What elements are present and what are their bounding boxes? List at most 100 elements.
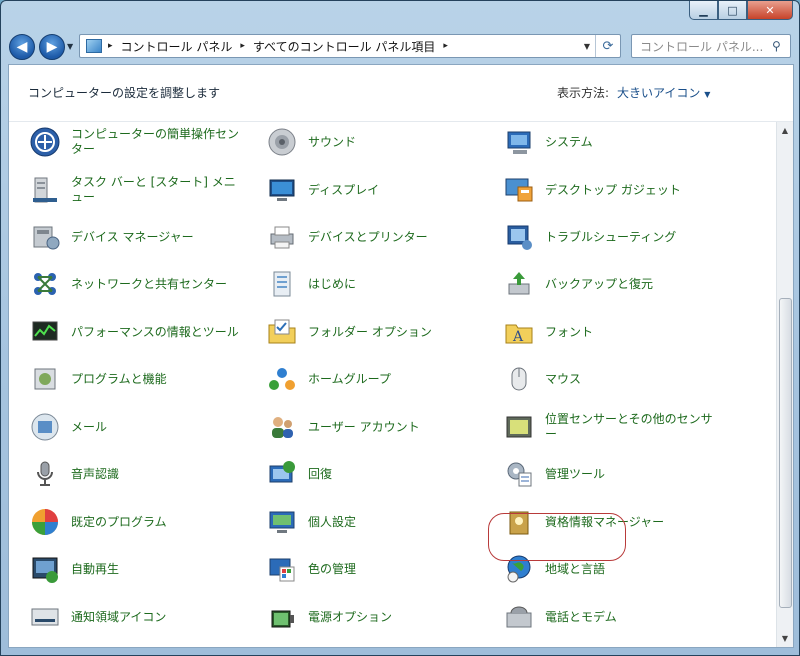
network-icon[interactable] xyxy=(29,268,61,300)
recent-pages-dropdown-icon[interactable]: ▼ xyxy=(67,42,73,51)
control-panel-item-label[interactable]: バックアップと復元 xyxy=(545,277,721,292)
control-panel-item[interactable]: デバイスとプリンター xyxy=(266,217,484,257)
control-panel-item-label[interactable]: サウンド xyxy=(308,135,484,150)
power-options-icon[interactable] xyxy=(266,601,298,633)
breadcrumb-separator[interactable]: ▸ xyxy=(443,41,448,51)
control-panel-item[interactable]: ホームグループ xyxy=(266,359,484,399)
breadcrumb-separator[interactable]: ▸ xyxy=(108,41,113,51)
control-panel-item[interactable]: トラブルシューティング xyxy=(503,217,721,257)
address-dropdown-icon[interactable]: ▼ xyxy=(584,42,590,51)
control-panel-item[interactable]: ディスプレイ xyxy=(266,170,484,210)
control-panel-item-label[interactable]: システム xyxy=(545,135,721,150)
breadcrumb-all-items[interactable]: すべてのコントロール パネル項目 xyxy=(253,38,436,55)
control-panel-item-label[interactable]: 回復 xyxy=(308,467,484,482)
forward-icon[interactable]: ▶ xyxy=(39,34,65,60)
vertical-scrollbar[interactable]: ▲ ▼ xyxy=(776,122,793,647)
control-panel-item-label[interactable]: コンピューターの簡単操作センター xyxy=(71,127,247,157)
control-panel-item-label[interactable]: タスク バーと [スタート] メニュー xyxy=(71,175,247,205)
admin-tools-icon[interactable] xyxy=(503,458,535,490)
minimize-button[interactable]: ▁ xyxy=(689,1,718,20)
default-programs-icon[interactable] xyxy=(29,506,61,538)
mail-icon[interactable] xyxy=(29,411,61,443)
fonts-icon[interactable]: A xyxy=(503,316,535,348)
close-button[interactable]: ✕ xyxy=(747,1,793,20)
color-management-icon[interactable] xyxy=(266,553,298,585)
control-panel-item-label[interactable]: 電源オプション xyxy=(308,610,484,625)
control-panel-item[interactable]: プログラムと機能 xyxy=(29,359,247,399)
maximize-button[interactable]: □ xyxy=(718,1,747,20)
control-panel-item[interactable]: マウス xyxy=(503,359,721,399)
control-panel-item-label[interactable]: 通知領域アイコン xyxy=(71,610,247,625)
control-panel-item[interactable]: サウンド xyxy=(266,122,484,162)
search-input[interactable]: コントロール パネル... xyxy=(640,38,772,55)
user-accounts-icon[interactable] xyxy=(266,411,298,443)
search-box[interactable]: コントロール パネル... ⚲ xyxy=(631,34,791,58)
control-panel-item-label[interactable]: ディスプレイ xyxy=(308,183,484,198)
troubleshooting-icon[interactable] xyxy=(503,221,535,253)
control-panel-item-label[interactable]: 位置センサーとその他のセンサー xyxy=(545,412,721,442)
control-panel-item[interactable]: ユーザー アカウント xyxy=(266,407,484,447)
control-panel-item[interactable]: コンピューターの簡単操作センター xyxy=(29,122,247,162)
scroll-up-button[interactable]: ▲ xyxy=(778,123,792,138)
control-panel-item[interactable]: はじめに xyxy=(266,264,484,304)
display-icon[interactable] xyxy=(266,174,298,206)
sound-icon[interactable] xyxy=(266,126,298,158)
control-panel-item[interactable]: 管理ツール xyxy=(503,454,721,494)
folder-options-icon[interactable] xyxy=(266,316,298,348)
personalization-icon[interactable] xyxy=(266,506,298,538)
control-panel-item-label[interactable]: トラブルシューティング xyxy=(545,230,721,245)
control-panel-item-label[interactable]: フォルダー オプション xyxy=(308,325,484,340)
taskbar-icon[interactable] xyxy=(29,174,61,206)
gadgets-icon[interactable] xyxy=(503,174,535,206)
control-panel-item-label[interactable]: はじめに xyxy=(308,277,484,292)
mouse-icon[interactable] xyxy=(503,363,535,395)
control-panel-item-label[interactable]: ユーザー アカウント xyxy=(308,420,484,435)
control-panel-item-label[interactable]: 既定のプログラム xyxy=(71,515,247,530)
control-panel-item-label[interactable]: 自動再生 xyxy=(71,562,247,577)
control-panel-item-label[interactable]: 色の管理 xyxy=(308,562,484,577)
control-panel-item[interactable]: 個人設定 xyxy=(266,502,484,542)
ease-of-access-icon[interactable] xyxy=(29,126,61,158)
control-panel-item[interactable]: 通知領域アイコン xyxy=(29,597,247,637)
notification-icons-icon[interactable] xyxy=(29,601,61,633)
view-by-dropdown[interactable]: 大きいアイコン ▼ xyxy=(617,84,710,101)
control-panel-item[interactable]: フォルダー オプション xyxy=(266,312,484,352)
recovery-icon[interactable] xyxy=(266,458,298,490)
microphone-icon[interactable] xyxy=(29,458,61,490)
phone-modem-icon[interactable] xyxy=(503,601,535,633)
control-panel-item-label[interactable]: デバイスとプリンター xyxy=(308,230,484,245)
control-panel-item-label[interactable]: ホームグループ xyxy=(308,372,484,387)
control-panel-item[interactable]: パフォーマンスの情報とツール xyxy=(29,312,247,352)
control-panel-item[interactable]: 色の管理 xyxy=(266,549,484,589)
getting-started-icon[interactable] xyxy=(266,268,298,300)
control-panel-item-label[interactable]: デスクトップ ガジェット xyxy=(545,183,721,198)
control-panel-item[interactable]: デバイス マネージャー xyxy=(29,217,247,257)
control-panel-item[interactable]: システム xyxy=(503,122,721,162)
control-panel-item-label[interactable]: ネットワークと共有センター xyxy=(71,277,247,292)
device-manager-icon[interactable] xyxy=(29,221,61,253)
homegroup-icon[interactable] xyxy=(266,363,298,395)
control-panel-item-label[interactable]: デバイス マネージャー xyxy=(71,230,247,245)
control-panel-item-label[interactable]: メール xyxy=(71,420,247,435)
control-panel-item[interactable]: メール xyxy=(29,407,247,447)
control-panel-item-label[interactable]: マウス xyxy=(545,372,721,387)
scroll-down-button[interactable]: ▼ xyxy=(778,631,792,646)
chevron-down-icon[interactable]: ▼ xyxy=(704,90,710,99)
control-panel-item[interactable]: 回復 xyxy=(266,454,484,494)
control-panel-item[interactable]: バックアップと復元 xyxy=(503,264,721,304)
search-icon[interactable]: ⚲ xyxy=(772,39,790,53)
refresh-icon[interactable]: ⟳ xyxy=(595,35,620,57)
control-panel-item-label[interactable]: プログラムと機能 xyxy=(71,372,247,387)
control-panel-item[interactable]: 位置センサーとその他のセンサー xyxy=(503,407,721,447)
programs-icon[interactable] xyxy=(29,363,61,395)
breadcrumb-separator[interactable]: ▸ xyxy=(240,41,245,51)
system-icon[interactable] xyxy=(503,126,535,158)
backup-icon[interactable] xyxy=(503,268,535,300)
control-panel-item[interactable]: 電話とモデム xyxy=(503,597,721,637)
control-panel-item[interactable]: 音声認識 xyxy=(29,454,247,494)
address-bar[interactable]: ▸ コントロール パネル ▸ すべてのコントロール パネル項目 ▸ ▼ ⟳ xyxy=(79,34,621,58)
printer-icon[interactable] xyxy=(266,221,298,253)
control-panel-item[interactable]: 既定のプログラム xyxy=(29,502,247,542)
control-panel-item[interactable]: A フォント xyxy=(503,312,721,352)
scroll-thumb[interactable] xyxy=(779,298,792,608)
